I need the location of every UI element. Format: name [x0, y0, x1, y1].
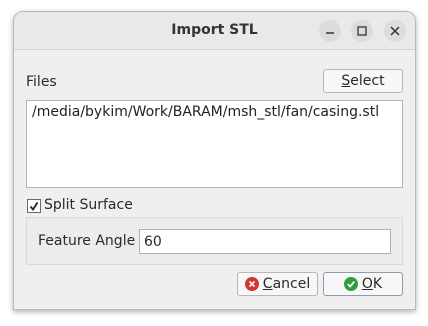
- minimize-button[interactable]: [319, 20, 341, 42]
- ok-button[interactable]: OK: [323, 272, 403, 296]
- cancel-button[interactable]: Cancel: [237, 272, 318, 296]
- file-list[interactable]: /media/bykim/Work/BARAM/msh_stl/fan/casi…: [26, 100, 403, 188]
- cancel-label: ancel: [272, 276, 311, 292]
- minimize-icon: [326, 32, 334, 34]
- close-button[interactable]: [384, 20, 406, 42]
- feature-angle-input[interactable]: 60: [139, 229, 391, 254]
- checkmark-icon: [29, 202, 39, 211]
- files-label: Files: [26, 74, 57, 90]
- select-button[interactable]: Select: [323, 69, 403, 93]
- split-surface-label[interactable]: Split Surface: [44, 197, 133, 213]
- feature-angle-label: Feature Angle: [38, 233, 136, 249]
- select-mnemonic: S: [341, 73, 351, 89]
- cancel-icon: [244, 277, 259, 291]
- close-icon: [390, 26, 400, 36]
- ok-icon: [343, 277, 358, 291]
- maximize-icon: [357, 26, 367, 36]
- cancel-mnemonic: C: [262, 276, 273, 292]
- maximize-button[interactable]: [351, 20, 373, 42]
- title-bar: Import STL: [14, 12, 415, 50]
- import-stl-dialog: Import STL Files Select /media/bykim/Wor…: [13, 11, 416, 310]
- ok-mnemonic: O: [361, 276, 373, 292]
- file-path-item[interactable]: /media/bykim/Work/BARAM/msh_stl/fan/casi…: [32, 104, 397, 120]
- select-label: elect: [350, 73, 385, 89]
- ok-label: K: [372, 276, 383, 292]
- split-surface-checkbox[interactable]: [27, 199, 41, 213]
